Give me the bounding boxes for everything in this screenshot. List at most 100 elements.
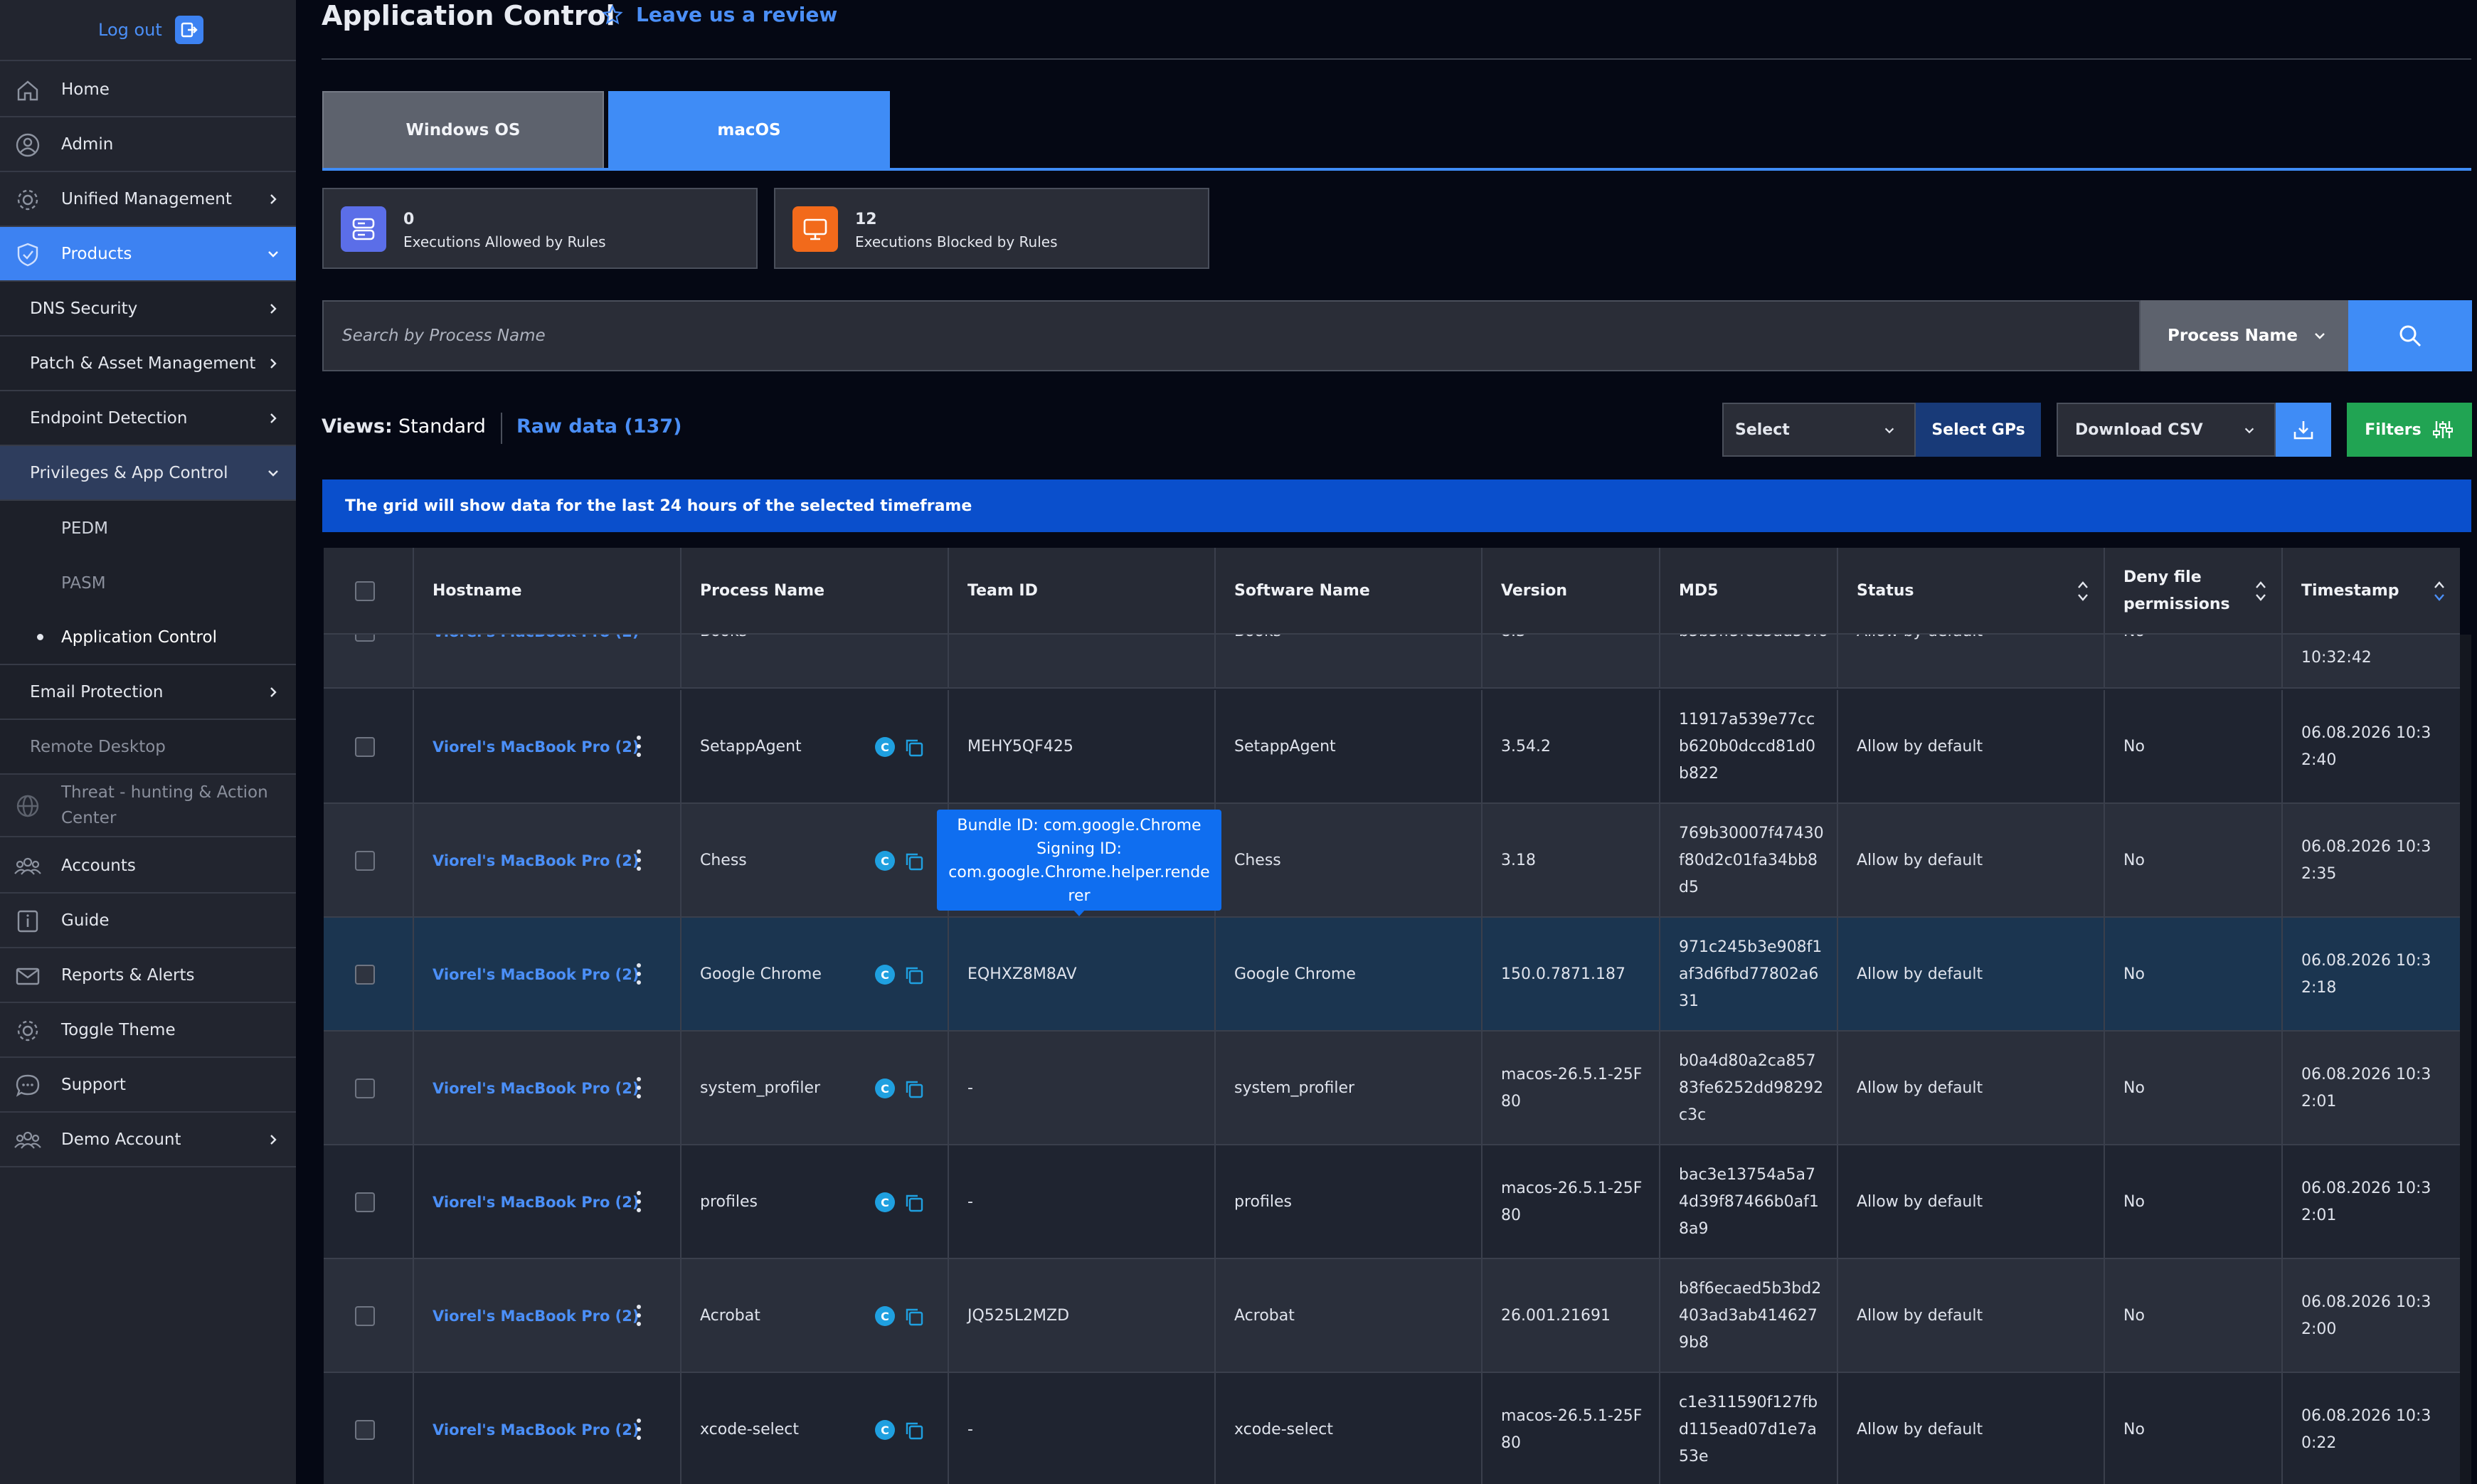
copy-icon[interactable]: [903, 1306, 925, 1327]
filters-button[interactable]: Filters: [2347, 403, 2472, 457]
sidebar-item-threat-hunting[interactable]: Threat - hunting & Action Center: [0, 775, 296, 837]
sidebar-item-reports-alerts[interactable]: Reports & Alerts: [0, 948, 296, 1003]
sidebar-item-pasm[interactable]: PASM: [0, 556, 296, 610]
tooltip-arrow: [1073, 909, 1086, 916]
sidebar-item-remote-desktop[interactable]: Remote Desktop: [0, 720, 296, 775]
column-header-status[interactable]: Status: [1838, 548, 2105, 635]
kebab-menu-icon[interactable]: [635, 848, 643, 872]
kebab-menu-icon[interactable]: [635, 1189, 643, 1214]
select-gps-button[interactable]: Select GPs: [1916, 403, 2041, 457]
table-row[interactable]: Viorel's MacBook Pro (2) Google Chrome EQH…: [324, 918, 2460, 1032]
version-cell-value: 3.18: [1501, 852, 1536, 869]
table-header: Hostname Process Name Team ID Software N…: [324, 548, 2460, 635]
process-info-icon[interactable]: C: [875, 737, 895, 757]
star-icon: [602, 4, 623, 24]
sidebar-item-application-control[interactable]: Application Control: [0, 610, 296, 665]
row-checkbox[interactable]: [355, 851, 375, 871]
sidebar-item-admin[interactable]: Admin: [0, 117, 296, 172]
table-row[interactable]: Viorel's MacBook Pro (2) profiles - profile…: [324, 1145, 2460, 1259]
md5-cell: 971c245b3e908f1af3d6fbd77802a631: [1660, 918, 1838, 1032]
process-info-icon[interactable]: C: [875, 1078, 895, 1098]
timestamp-cell-value: 06.08.2026 10:32:01: [2301, 1180, 2431, 1224]
scrollbar[interactable]: [2460, 635, 2471, 1484]
sidebar-item-home[interactable]: Home: [0, 63, 296, 117]
sidebar-item-pedm[interactable]: PEDM: [0, 501, 296, 556]
column-header-version[interactable]: Version: [1483, 548, 1660, 635]
sidebar-item-unified-management[interactable]: Unified Management: [0, 172, 296, 227]
copy-icon[interactable]: [903, 1192, 925, 1214]
column-header-process-name[interactable]: Process Name: [681, 548, 949, 635]
status-cell-value: Allow by default: [1857, 738, 1983, 756]
tab-macos[interactable]: macOS: [608, 91, 890, 169]
table-row[interactable]: Viorel's MacBook Pro (2) Chess Chess 3.18 76…: [324, 804, 2460, 918]
row-checkbox[interactable]: [355, 1192, 375, 1212]
column-header-software-name[interactable]: Software Name: [1216, 548, 1483, 635]
team-id-cell: -: [949, 1032, 1216, 1145]
sidebar-item-endpoint-detection[interactable]: Endpoint Detection: [0, 391, 296, 446]
server-icon: [341, 206, 386, 252]
tooltip-line: Bundle ID: com.google.Chrome: [957, 817, 1202, 834]
tab-windows-os[interactable]: Windows OS: [322, 91, 604, 169]
process-info-icon[interactable]: C: [875, 1420, 895, 1440]
kebab-menu-icon[interactable]: [635, 1303, 643, 1327]
column-header-hostname[interactable]: Hostname: [414, 548, 681, 635]
sidebar-item-support[interactable]: Support: [0, 1058, 296, 1113]
kebab-menu-icon[interactable]: [635, 734, 643, 758]
process-info-icon[interactable]: C: [875, 965, 895, 985]
sidebar-item-dns-security[interactable]: DNS Security: [0, 282, 296, 336]
copy-icon[interactable]: [903, 965, 925, 986]
row-checkbox[interactable]: [355, 1420, 375, 1440]
sidebar-item-email-protection[interactable]: Email Protection: [0, 665, 296, 720]
status-cell-value: Allow by default: [1857, 1307, 1983, 1325]
column-header-md5[interactable]: MD5: [1660, 548, 1838, 635]
software-name-cell-value: Chess: [1234, 852, 1281, 869]
view-standard[interactable]: Standard: [398, 415, 486, 438]
search-field-select[interactable]: Process Name: [2141, 300, 2348, 371]
sidebar-item-privileges-app-control[interactable]: Privileges & App Control: [0, 446, 296, 501]
row-checkbox[interactable]: [355, 1306, 375, 1326]
search-button[interactable]: [2348, 300, 2472, 371]
sidebar-item-patch-asset[interactable]: Patch & Asset Management: [0, 336, 296, 391]
select-all-checkbox[interactable]: [355, 581, 375, 601]
copy-icon[interactable]: [903, 851, 925, 872]
copy-icon[interactable]: [903, 1420, 925, 1441]
select-all-cell: [324, 548, 414, 635]
sidebar-item-guide[interactable]: Guide: [0, 894, 296, 948]
sidebar-item-label: Home: [61, 80, 110, 99]
column-header-timestamp[interactable]: Timestamp: [2283, 548, 2460, 635]
process-info-icon[interactable]: C: [875, 851, 895, 871]
download-csv-dropdown[interactable]: Download CSV: [2057, 403, 2276, 457]
download-button[interactable]: [2276, 403, 2331, 457]
search-input[interactable]: Search by Process Name: [322, 300, 2141, 371]
process-info-icon[interactable]: C: [875, 1306, 895, 1326]
logout-button[interactable]: Log out: [0, 0, 296, 61]
copy-icon[interactable]: [903, 737, 925, 758]
sidebar-item-products[interactable]: Products: [0, 227, 296, 282]
kebab-menu-icon[interactable]: [635, 1076, 643, 1100]
chevron-right-icon: [270, 1135, 277, 1145]
table-row[interactable]: Viorel's MacBook Pro (2) Acrobat JQ525L2MZ…: [324, 1259, 2460, 1373]
tooltip-line: com.google.Chrome.helper.renderer: [948, 864, 1210, 905]
column-header-deny-file-permissions[interactable]: Deny file permissions: [2105, 548, 2283, 635]
stat-count: 0: [403, 211, 415, 228]
table-row[interactable]: Viorel's MacBook Pro (2) SetappAgent MEHY5…: [324, 690, 2460, 804]
view-raw-data[interactable]: Raw data (137): [516, 415, 681, 438]
kebab-menu-icon[interactable]: [635, 1417, 643, 1441]
leave-review-link[interactable]: Leave us a review: [602, 3, 837, 26]
sidebar-item-toggle-theme[interactable]: Toggle Theme: [0, 1003, 296, 1058]
table-row[interactable]: Viorel's MacBook Pro (2) xcode-select - xco…: [324, 1373, 2460, 1484]
sidebar-item-accounts[interactable]: Accounts: [0, 839, 296, 894]
row-checkbox[interactable]: [355, 737, 375, 757]
kebab-menu-icon[interactable]: [635, 962, 643, 986]
hostname-link-value: Viorel's MacBook Pro (2): [433, 852, 640, 869]
process-info-icon[interactable]: C: [875, 1192, 895, 1212]
gp-select-dropdown[interactable]: Select: [1722, 403, 1916, 457]
row-checkbox[interactable]: [355, 965, 375, 985]
column-header-label: Deny file permissions: [2123, 568, 2230, 613]
column-header-team-id[interactable]: Team ID: [949, 548, 1216, 635]
sidebar-item-label: Toggle Theme: [61, 1020, 176, 1039]
row-checkbox[interactable]: [355, 1078, 375, 1098]
sidebar-item-demo-account[interactable]: Demo Account: [0, 1113, 296, 1167]
copy-icon[interactable]: [903, 1078, 925, 1100]
table-row[interactable]: Viorel's MacBook Pro (2) system_profiler -…: [324, 1032, 2460, 1145]
